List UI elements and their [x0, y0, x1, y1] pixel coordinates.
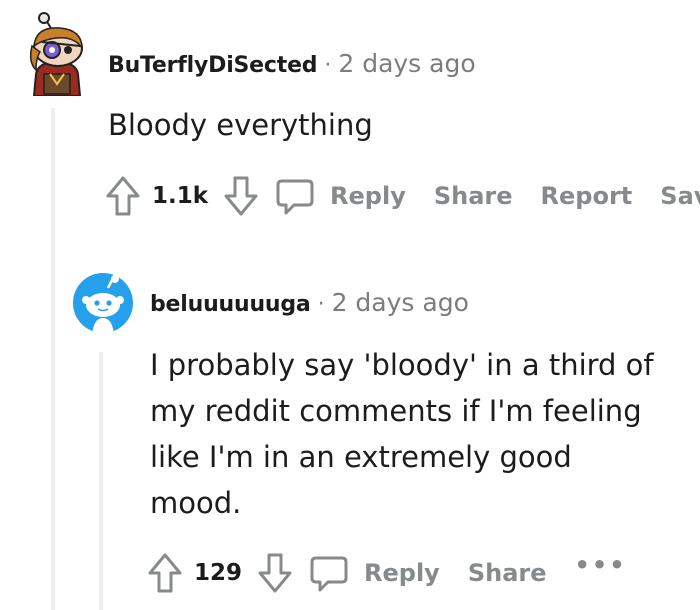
comment-body: Bloody everything — [108, 108, 373, 142]
avatar[interactable] — [72, 272, 134, 334]
reply-label: Reply — [364, 559, 440, 587]
downvote-button[interactable] — [256, 551, 294, 595]
comment-bubble-icon — [310, 556, 348, 592]
thread-line[interactable] — [51, 108, 55, 610]
more-dots-icon[interactable]: ••• — [575, 551, 627, 579]
comment-actions: 1.1k Reply Share Report Save — [104, 174, 700, 218]
comment-header: beluuuuuuga · 2 days ago — [150, 288, 469, 317]
vote-score: 129 — [194, 560, 243, 586]
share-button[interactable]: Share — [434, 182, 513, 210]
reply-label: Reply — [330, 182, 406, 210]
comment-header: BuTerflyDiSected · 2 days ago — [108, 49, 476, 78]
timestamp[interactable]: 2 days ago — [332, 288, 469, 317]
thread-line[interactable] — [99, 352, 103, 610]
report-button[interactable]: Report — [541, 182, 633, 210]
avatar[interactable] — [22, 12, 92, 96]
reply-button[interactable]: Reply — [274, 175, 434, 217]
upvote-button[interactable] — [104, 174, 142, 218]
username[interactable]: beluuuuuuga — [150, 292, 311, 317]
downvote-button[interactable] — [222, 174, 260, 218]
username[interactable]: BuTerflyDiSected — [108, 53, 318, 78]
comment-thread: BuTerflyDiSected · 2 days ago Bloody eve… — [0, 0, 700, 610]
upvote-button[interactable] — [146, 551, 184, 595]
reply-button[interactable]: Reply — [308, 552, 468, 594]
separator-dot: · — [317, 292, 325, 317]
share-button[interactable]: Share — [468, 559, 547, 587]
upvote-icon — [148, 553, 182, 593]
comment-bubble-icon — [276, 179, 314, 215]
comment-body: I probably say 'bloody' in a third of my… — [150, 348, 654, 520]
upvote-icon — [106, 176, 140, 216]
comment-actions: 129 Reply Share ••• — [146, 551, 627, 595]
vote-score: 1.1k — [152, 183, 209, 209]
downvote-icon — [224, 176, 258, 216]
downvote-icon — [258, 553, 292, 593]
timestamp[interactable]: 2 days ago — [338, 49, 475, 78]
separator-dot: · — [324, 53, 332, 78]
save-button[interactable]: Save — [660, 182, 700, 210]
